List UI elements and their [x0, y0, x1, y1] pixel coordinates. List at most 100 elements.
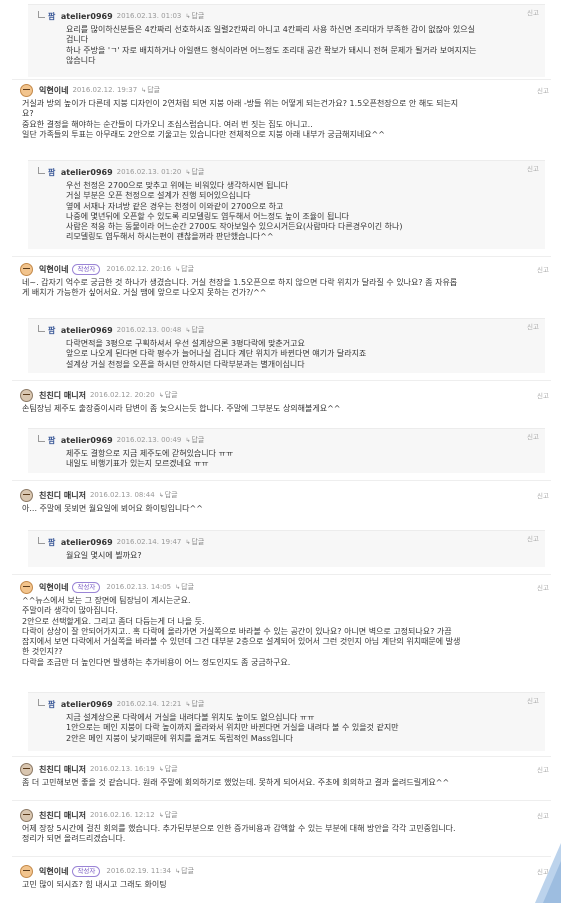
reply-icon: ↳ [185, 701, 191, 708]
author-logo-icon: 팜 [48, 325, 55, 335]
avatar-icon[interactable] [20, 488, 33, 502]
comment: 익현이네 작성자 2016.02.13. 14:05 ↳답글 신고 ^^뉴스에서… [0, 580, 561, 682]
comment: 친친디 매니저 2016.02.13. 08:44 ↳답글 신고 아... 주말… [0, 488, 561, 516]
report-link[interactable]: 신고 [527, 533, 539, 543]
reply-button[interactable]: ↳답글 [159, 390, 178, 400]
avatar-icon[interactable] [20, 762, 33, 776]
author-name[interactable]: 친친디 매니저 [39, 390, 86, 401]
author-logo-icon: 팜 [48, 167, 55, 177]
comment-header: 팜 atelier0969 2016.02.13. 00:49 ↳답글 [38, 433, 204, 447]
avatar-icon[interactable] [20, 388, 33, 402]
author-name[interactable]: atelier0969 [61, 12, 113, 21]
reply-comment: 팜 atelier0969 2016.02.13. 00:49 ↳답글 신고 제… [28, 428, 545, 473]
reply-button[interactable]: ↳답글 [141, 85, 160, 95]
reply-label: 답글 [181, 867, 195, 875]
comment: 익현이네 작성자 2016.02.12. 20:16 ↳답글 신고 네~. 갑자… [0, 262, 561, 304]
comment-text: ^^뉴스에서 보는 그 장면에 팀장님이 계시는군요. 주말이라 생각이 많아집… [22, 596, 461, 667]
author-badge: 작성자 [72, 263, 101, 275]
author-name[interactable]: 익현이네 [39, 85, 68, 96]
comment-date: 2016.02.13. 14:05 [106, 583, 172, 591]
reply-button[interactable]: ↳답글 [185, 435, 204, 445]
reply-icon: ↳ [175, 584, 181, 591]
author-name[interactable]: 친친디 매니저 [39, 490, 86, 501]
reply-button[interactable]: ↳답글 [175, 866, 194, 876]
reply-button[interactable]: ↳답글 [185, 699, 204, 709]
author-name[interactable]: 친친디 매니저 [39, 764, 86, 775]
comment-text: 아... 주말에 못뵈면 월요일에 뵈어요 화이팅입니다^^ [22, 504, 203, 513]
reply-arrow-icon [38, 435, 45, 442]
reply-button[interactable]: ↳답글 [175, 264, 194, 274]
report-link[interactable]: 신고 [527, 7, 539, 17]
reply-button[interactable]: ↳답글 [185, 11, 204, 21]
avatar-icon[interactable] [20, 262, 33, 276]
comment-header: 익현이네 작성자 2016.02.13. 14:05 ↳답글 [20, 580, 194, 594]
comment-text: 지금 설계상으론 다락에서 거실을 내려다볼 위치도 높이도 없으십니다 ㅠㅠ … [66, 713, 399, 743]
reply-comment: 팜 atelier0969 2016.02.13. 00:48 ↳답글 신고 다… [28, 318, 545, 373]
report-link[interactable]: 신고 [537, 85, 549, 95]
page-corner-decoration [535, 843, 561, 903]
reply-arrow-icon [38, 11, 45, 18]
report-link[interactable]: 신고 [537, 582, 549, 592]
reply-button[interactable]: ↳답글 [159, 810, 178, 820]
comment: 친친디 매니저 2016.02.16. 12:12 ↳답글 신고 어제 장장 5… [0, 808, 561, 848]
comment-text: 네~. 갑자기 억수로 궁금한 것 하나가 생겼습니다. 거실 천장을 1.5오… [22, 278, 458, 298]
author-logo-icon: 팜 [48, 537, 55, 547]
reply-label: 답글 [191, 168, 205, 176]
reply-label: 답글 [147, 86, 161, 94]
reply-label: 답글 [181, 583, 195, 591]
comment-text: 좀 더 고민해보면 좋을 것 같습니다. 원래 주말에 회의하기로 했었는데. … [22, 778, 450, 787]
comment-date: 2016.02.13. 16:19 [89, 765, 155, 773]
reply-comment: 팜 atelier0969 2016.02.14. 19:47 ↳답글 신고 월… [28, 530, 545, 567]
report-link[interactable]: 신고 [537, 764, 549, 774]
author-name[interactable]: 익현이네 [39, 582, 68, 593]
reply-icon: ↳ [185, 327, 191, 334]
author-name[interactable]: atelier0969 [61, 168, 113, 177]
comment-divider [12, 480, 551, 481]
reply-label: 답글 [191, 538, 205, 546]
comment-text: 거실과 방의 높이가 다른데 지붕 디자인이 2연처럼 되면 지붕 아래 -방들… [22, 99, 459, 139]
reply-button[interactable]: ↳답글 [159, 490, 178, 500]
author-logo-icon: 팜 [48, 11, 55, 21]
comment-header: 팜 atelier0969 2016.02.13. 01:20 ↳답글 [38, 165, 204, 179]
reply-icon: ↳ [185, 539, 191, 546]
author-logo-icon: 팜 [48, 699, 55, 709]
author-name[interactable]: atelier0969 [61, 326, 113, 335]
report-link[interactable]: 신고 [527, 321, 539, 331]
avatar-icon[interactable] [20, 864, 33, 878]
comment-text: 제주도 결항으로 지금 제주도에 갇혀있습니다 ㅠㅠ 내일도 비행기표가 있는지… [66, 449, 234, 469]
reply-label: 답글 [191, 436, 205, 444]
author-name[interactable]: atelier0969 [61, 538, 113, 547]
reply-label: 답글 [191, 326, 205, 334]
comment-date: 2016.02.13. 01:20 [116, 168, 182, 176]
avatar-icon[interactable] [20, 808, 33, 822]
report-link[interactable]: 신고 [527, 163, 539, 173]
reply-arrow-icon [38, 699, 45, 706]
report-link[interactable]: 신고 [537, 490, 549, 500]
avatar-icon[interactable] [20, 580, 33, 594]
report-link[interactable]: 신고 [527, 431, 539, 441]
reply-button[interactable]: ↳답글 [185, 167, 204, 177]
report-link[interactable]: 신고 [527, 695, 539, 705]
reply-icon: ↳ [141, 87, 147, 94]
report-link[interactable]: 신고 [537, 810, 549, 820]
author-name[interactable]: 친친디 매니저 [39, 810, 86, 821]
reply-icon: ↳ [158, 766, 164, 773]
comment-header: 익현이네 2016.02.12. 19:37 ↳답글 [20, 83, 160, 97]
reply-button[interactable]: ↳답글 [185, 537, 204, 547]
reply-icon: ↳ [185, 13, 191, 20]
comment-header: 익현이네 작성자 2016.02.12. 20:16 ↳답글 [20, 262, 194, 276]
reply-button[interactable]: ↳답글 [159, 764, 178, 774]
reply-icon: ↳ [175, 868, 181, 875]
author-name[interactable]: atelier0969 [61, 436, 113, 445]
comment-divider [12, 756, 551, 757]
comment-date: 2016.02.14. 12:21 [116, 700, 182, 708]
reply-button[interactable]: ↳답글 [185, 325, 204, 335]
comment: 익현이네 2016.02.12. 19:37 ↳답글 신고 거실과 방의 높이가… [0, 83, 561, 148]
report-link[interactable]: 신고 [537, 264, 549, 274]
reply-button[interactable]: ↳답글 [175, 582, 194, 592]
author-name[interactable]: atelier0969 [61, 700, 113, 709]
author-name[interactable]: 익현이네 [39, 264, 68, 275]
avatar-icon[interactable] [20, 83, 33, 97]
author-name[interactable]: 익현이네 [39, 866, 68, 877]
report-link[interactable]: 신고 [537, 390, 549, 400]
